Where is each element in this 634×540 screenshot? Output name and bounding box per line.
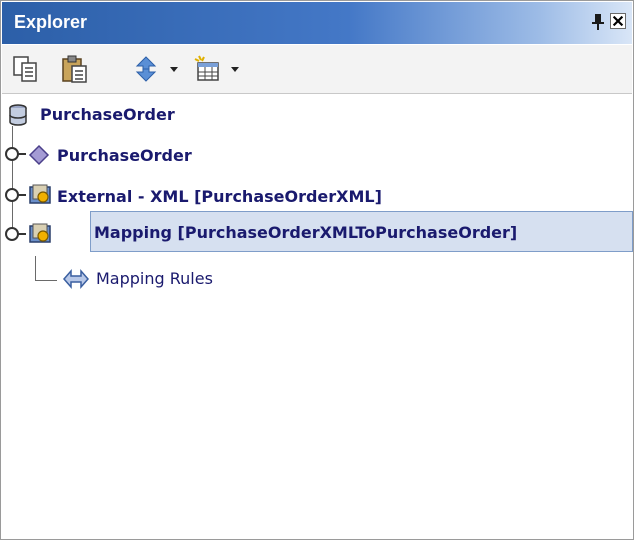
panel-title: Explorer xyxy=(14,12,88,32)
diamond-icon xyxy=(28,144,50,166)
mapping-rules-icon xyxy=(63,269,89,289)
expand-toggle-icon[interactable] xyxy=(4,145,26,163)
paste-icon[interactable] xyxy=(60,54,90,84)
folder-icon xyxy=(29,184,51,204)
pin-icon[interactable] xyxy=(590,13,606,31)
explorer-panel: Explorer PurchaseOrder PurchaseOrder Ext… xyxy=(0,0,634,540)
close-icon[interactable] xyxy=(610,13,626,29)
copy-icon[interactable] xyxy=(11,54,41,84)
tree-view: PurchaseOrder PurchaseOrder External - X… xyxy=(2,94,633,539)
tree-line xyxy=(35,256,36,280)
folder-icon xyxy=(29,223,51,243)
tree-node-label[interactable]: External - XML [PurchaseOrderXML] xyxy=(57,187,382,206)
tree-root-label[interactable]: PurchaseOrder xyxy=(40,105,175,124)
sync-dropdown-caret[interactable] xyxy=(170,67,178,72)
tree-node-label[interactable]: Mapping [PurchaseOrderXMLToPurchaseOrder… xyxy=(94,223,517,242)
tree-line xyxy=(35,280,57,281)
database-icon xyxy=(9,104,27,126)
new-table-dropdown-caret[interactable] xyxy=(231,67,239,72)
tree-node-label[interactable]: Mapping Rules xyxy=(96,269,213,288)
tree-line xyxy=(12,126,13,236)
sync-icon[interactable] xyxy=(131,54,161,84)
new-table-icon[interactable] xyxy=(193,54,223,84)
title-bar: Explorer xyxy=(2,2,632,44)
expand-toggle-icon[interactable] xyxy=(4,186,26,204)
toolbar xyxy=(2,45,632,94)
tree-node-label[interactable]: PurchaseOrder xyxy=(57,146,192,165)
expand-toggle-icon[interactable] xyxy=(4,225,26,243)
